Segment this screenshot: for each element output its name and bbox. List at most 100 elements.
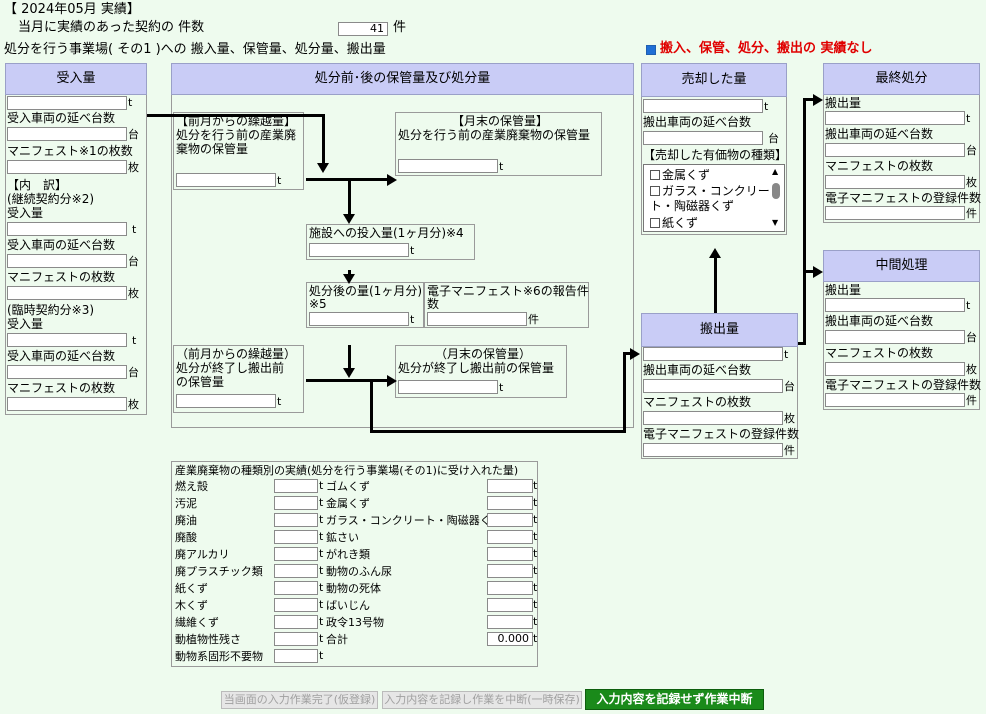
unit-ken: 件 xyxy=(966,207,977,220)
final-amount-label: 搬出量 xyxy=(825,96,862,110)
sold-kind-checkbox[interactable] xyxy=(650,186,660,196)
arrow-down-icon xyxy=(343,274,355,284)
final-emanifest-label: 電子マニフェストの登録件数 xyxy=(825,191,982,205)
continuing-amount-label: 受入量 xyxy=(7,206,44,220)
end-after-input[interactable] xyxy=(398,380,498,394)
temporary-manifest-input[interactable] xyxy=(7,397,127,411)
final-emanifest-input[interactable] xyxy=(825,206,965,220)
unit-t: t xyxy=(533,547,538,560)
discard-suspend-button[interactable]: 入力内容を記録せず作業中断 xyxy=(585,689,764,710)
temporary-amount-input[interactable] xyxy=(7,333,127,347)
unit-t: t xyxy=(533,615,538,628)
carryout-manifest-input[interactable] xyxy=(643,411,783,425)
carryout-vehicles-input[interactable] xyxy=(643,379,783,393)
contract-count-input[interactable]: 41 xyxy=(338,22,388,36)
waste-type-label: 繊維くず xyxy=(175,616,219,629)
sold-vehicles-input[interactable] xyxy=(643,131,763,145)
temporary-label: (臨時契約分※3) xyxy=(7,303,95,317)
end-before-input[interactable] xyxy=(398,159,498,173)
no-result-checkbox[interactable] xyxy=(646,45,656,55)
waste-amount-input[interactable] xyxy=(274,598,318,612)
middle-manifest-input[interactable] xyxy=(825,362,965,376)
waste-type-label: 紙くず xyxy=(175,582,208,595)
middle-amount-input[interactable] xyxy=(825,298,965,312)
arrow-down-icon xyxy=(343,368,355,378)
after-amount-label: 処分後の量(1ヶ月分) xyxy=(309,284,422,298)
unit-ken: 件 xyxy=(784,444,795,457)
unit-ken: 件 xyxy=(966,394,977,407)
continuing-manifest-input[interactable] xyxy=(7,286,127,300)
prev-after-input[interactable] xyxy=(176,394,276,408)
unit-mai: 枚 xyxy=(128,287,139,300)
emanifest-report-label: 電子マニフェスト※6の報告件 xyxy=(427,284,589,298)
receive-vehicles-input[interactable] xyxy=(7,127,127,141)
prev-after-label: の保管量 xyxy=(176,375,225,389)
sold-kind-checkbox[interactable] xyxy=(650,170,660,180)
waste-amount-input[interactable] xyxy=(274,496,318,510)
carryout-emanifest-input[interactable] xyxy=(643,443,783,457)
middle-vehicles-label: 搬出車両の延べ台数 xyxy=(825,314,934,328)
save-suspend-button[interactable]: 入力内容を記録し作業を中断(一時保存) xyxy=(382,691,582,709)
waste-amount-input[interactable] xyxy=(487,530,533,544)
waste-amount-input[interactable] xyxy=(487,513,533,527)
unit-t: t xyxy=(499,381,504,394)
scroll-down-icon[interactable]: ▼ xyxy=(772,219,778,227)
waste-type-label: ガラス・コンクリート・陶磁器くず xyxy=(326,514,502,527)
prev-after-label: （前月からの繰越量） xyxy=(176,347,297,361)
flow-line xyxy=(306,379,388,382)
scroll-up-icon[interactable]: ▲ xyxy=(772,168,778,176)
unit-mai: 枚 xyxy=(784,412,795,425)
sold-amount-input[interactable] xyxy=(643,99,763,113)
waste-amount-input[interactable] xyxy=(487,598,533,612)
receive-manifest1-label: マニフェスト※1の枚数 xyxy=(7,144,133,158)
continuing-vehicles-label: 受入車両の延べ台数 xyxy=(7,238,116,252)
unit-ken: 件 xyxy=(528,313,539,326)
temporary-amount-label: 受入量 xyxy=(7,317,44,331)
waste-amount-input[interactable] xyxy=(487,564,533,578)
waste-amount-input[interactable] xyxy=(274,615,318,629)
carryout-amount-input[interactable] xyxy=(643,347,783,361)
receive-manifest1-input[interactable] xyxy=(7,160,127,174)
waste-amount-input[interactable] xyxy=(487,547,533,561)
waste-amount-input[interactable] xyxy=(487,496,533,510)
final-manifest-input[interactable] xyxy=(825,175,965,189)
middle-emanifest-input[interactable] xyxy=(825,393,965,407)
waste-amount-input[interactable] xyxy=(487,581,533,595)
scrollbar-thumb[interactable] xyxy=(772,183,780,199)
continuing-manifest-label: マニフェストの枚数 xyxy=(7,270,116,284)
waste-amount-input[interactable] xyxy=(274,530,318,544)
temporary-vehicles-input[interactable] xyxy=(7,365,127,379)
unit-t: t xyxy=(319,513,324,526)
waste-amount-input[interactable] xyxy=(487,615,533,629)
waste-amount-input[interactable] xyxy=(274,564,318,578)
middle-vehicles-input[interactable] xyxy=(825,330,965,344)
final-vehicles-input[interactable] xyxy=(825,143,965,157)
unit-t: t xyxy=(319,632,324,645)
flow-line xyxy=(714,258,717,313)
unit-t: t xyxy=(533,496,538,509)
waste-amount-input[interactable] xyxy=(274,581,318,595)
temp-register-button[interactable]: 当画面の入力作業完了(仮登録) xyxy=(221,691,378,709)
waste-type-label: 汚泥 xyxy=(175,497,197,510)
waste-type-label: 動物の死体 xyxy=(326,582,381,595)
input-amount-input[interactable] xyxy=(309,243,409,257)
waste-amount-input[interactable] xyxy=(274,649,318,663)
final-amount-input[interactable] xyxy=(825,111,965,125)
unit-t: t xyxy=(132,334,137,347)
waste-type-label: 廃アルカリ xyxy=(175,548,230,561)
sold-kind-checkbox[interactable] xyxy=(650,218,660,228)
waste-amount-input[interactable] xyxy=(274,479,318,493)
continuing-amount-input[interactable] xyxy=(7,222,127,236)
waste-amount-input[interactable] xyxy=(487,479,533,493)
emanifest-report-input[interactable] xyxy=(427,312,527,326)
sold-kind-label: ガラス・コンクリー xyxy=(662,184,770,198)
waste-amount-input[interactable] xyxy=(274,513,318,527)
continuing-vehicles-input[interactable] xyxy=(7,254,127,268)
unit-t: t xyxy=(499,160,504,173)
receive-vehicles-label: 受入車両の延べ台数 xyxy=(7,111,116,125)
receive-amount-input[interactable] xyxy=(7,96,127,110)
after-amount-input[interactable] xyxy=(309,312,409,326)
prev-before-input[interactable] xyxy=(176,173,276,187)
waste-amount-input[interactable] xyxy=(274,547,318,561)
waste-amount-input[interactable] xyxy=(274,632,318,646)
